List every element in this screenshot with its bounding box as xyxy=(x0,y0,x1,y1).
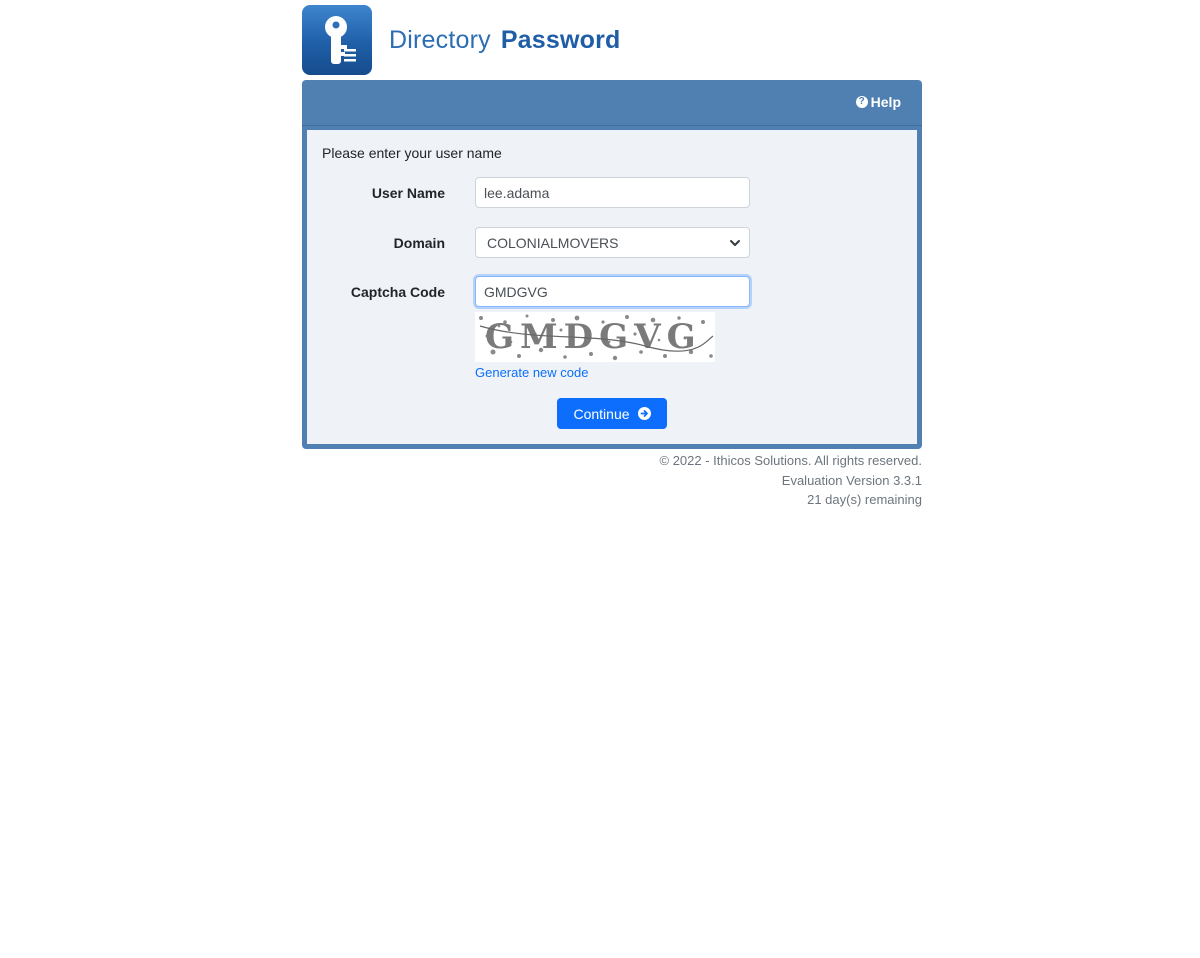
generate-new-code-link[interactable]: Generate new code xyxy=(475,365,588,380)
logo-header: Directory Password xyxy=(302,5,621,75)
brand-name-bold: Password xyxy=(500,26,621,54)
continue-label: Continue xyxy=(573,405,630,422)
arrow-circle-right-icon xyxy=(637,407,651,420)
form-body: Please enter your user name User Name Do… xyxy=(307,130,917,444)
question-circle-icon: ? xyxy=(855,96,868,108)
copyright-text: © 2022 - Ithicos Solutions. All rights r… xyxy=(659,453,922,468)
form-intro: Please enter your user name xyxy=(322,145,502,161)
username-input[interactable] xyxy=(475,177,750,208)
page: Directory Password ? Help Please enter yo… xyxy=(0,0,1200,958)
domain-select[interactable]: COLONIALMOVERS xyxy=(475,227,750,258)
captcha-input[interactable] xyxy=(475,276,750,307)
main-panel: ? Help Please enter your user name User … xyxy=(302,80,922,449)
footer: © 2022 - Ithicos Solutions. All rights r… xyxy=(660,451,922,510)
username-label: User Name xyxy=(371,185,445,201)
help-link[interactable]: ? Help xyxy=(855,94,901,110)
panel-header: ? Help xyxy=(302,80,922,126)
brand-name-light: Directory xyxy=(389,26,491,54)
domain-selected-value: COLONIALMOVERS xyxy=(487,234,619,251)
trial-remaining-text: 21 day(s) remaining xyxy=(807,492,922,507)
help-label: Help xyxy=(870,94,901,110)
version-text: Evaluation Version 3.3.1 xyxy=(781,472,922,488)
captcha-image: GMDGVG xyxy=(475,312,715,362)
continue-button[interactable]: Continue xyxy=(557,398,667,429)
brand-name: Directory Password xyxy=(389,5,621,75)
domain-label: Domain xyxy=(393,235,445,251)
chevron-down-icon xyxy=(730,240,740,246)
captcha-label: Captcha Code xyxy=(350,284,445,300)
key-icon xyxy=(302,5,372,75)
